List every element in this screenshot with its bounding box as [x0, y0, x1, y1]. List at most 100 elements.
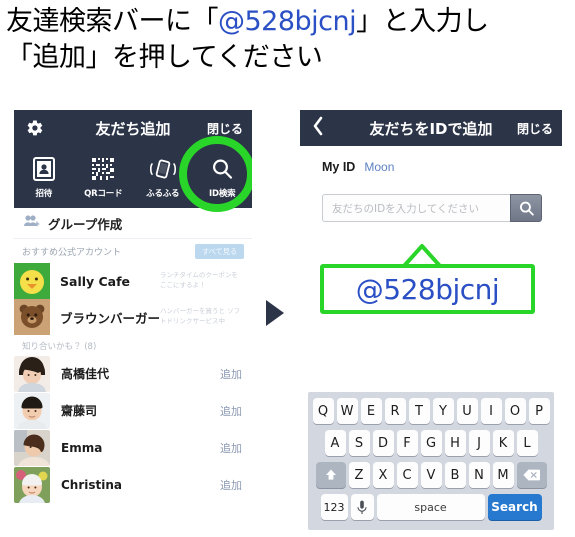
- avatar: [14, 392, 50, 429]
- key-q[interactable]: Q: [312, 398, 334, 424]
- key-j[interactable]: J: [468, 430, 490, 456]
- play-triangle-icon: [266, 300, 284, 326]
- my-id-label: My ID: [322, 160, 356, 174]
- add-friend-button[interactable]: 追加: [220, 366, 242, 382]
- key-p[interactable]: P: [528, 398, 550, 424]
- group-add-icon: [24, 214, 40, 233]
- person-name: 齋藤司: [61, 404, 98, 418]
- shake-phone-icon: [148, 156, 178, 182]
- close-button[interactable]: 閉じる: [517, 120, 553, 137]
- id-callout-balloon: @528bjcnj: [320, 264, 535, 314]
- add-friend-button[interactable]: 追加: [220, 403, 242, 419]
- left-phone-screen: 友だち追加 閉じる 招待 QRコード ふるふる ID検索 グループ作成 おすすめ…: [14, 110, 252, 530]
- key-k[interactable]: K: [492, 430, 514, 456]
- tab-label-qr-code: QRコード: [84, 188, 123, 199]
- list-item[interactable]: Christina 追加: [14, 466, 252, 503]
- key-n[interactable]: N: [468, 462, 490, 488]
- shift-arrow-icon[interactable]: [315, 462, 346, 488]
- key-u[interactable]: U: [456, 398, 478, 424]
- key-e[interactable]: E: [360, 398, 382, 424]
- on-screen-keyboard: Q W E R T Y U I O P A S D F G H J K L Z …: [308, 392, 554, 530]
- microphone-icon[interactable]: [350, 494, 374, 520]
- instruction-suffix: 」と入力し: [356, 6, 489, 37]
- key-f[interactable]: F: [396, 430, 418, 456]
- keyboard-row-1: Q W E R T Y U I O P: [308, 398, 554, 424]
- numbers-key[interactable]: 123: [320, 494, 348, 520]
- tab-label-id-search: ID検索: [209, 188, 236, 199]
- key-m[interactable]: M: [492, 462, 514, 488]
- key-b[interactable]: B: [444, 462, 466, 488]
- avatar: [14, 429, 50, 466]
- avatar: [14, 355, 50, 392]
- suggestions-title: 知り合いかも？: [22, 342, 82, 352]
- key-i[interactable]: I: [480, 398, 502, 424]
- key-z[interactable]: Z: [348, 462, 370, 488]
- search-icon: [210, 156, 234, 182]
- key-c[interactable]: C: [396, 462, 418, 488]
- suggestions-header: 知り合いかも？ (8): [14, 335, 252, 355]
- tab-qr-code[interactable]: QRコード: [74, 156, 134, 199]
- key-r[interactable]: R: [384, 398, 406, 424]
- suggestions-count: (8): [84, 342, 97, 352]
- instruction-highlight-id: @528bjcnj: [218, 6, 357, 37]
- avatar: [14, 299, 50, 335]
- key-h[interactable]: H: [444, 430, 466, 456]
- tab-label-shake: ふるふる: [146, 188, 180, 199]
- my-id-row: My ID Moon: [300, 146, 562, 174]
- contact-card-icon: [32, 156, 55, 182]
- official-account-name: ブラウンバーガー: [60, 310, 161, 326]
- instruction-line-1: 友達検索バーに「@528bjcnj」と入力し: [6, 4, 572, 40]
- key-o[interactable]: O: [504, 398, 526, 424]
- list-item[interactable]: Emma 追加: [14, 429, 252, 466]
- create-group-label: グループ作成: [48, 216, 123, 232]
- key-v[interactable]: V: [420, 462, 442, 488]
- key-a[interactable]: A: [324, 430, 346, 456]
- official-account-desc: ハンバーガーを買うと ソフトドリンクサービス中: [160, 307, 241, 325]
- right-phone-body: My ID Moon 友だちのIDを入力してください @528bjcnj Q W…: [300, 146, 562, 530]
- key-y[interactable]: Y: [432, 398, 454, 424]
- key-l[interactable]: L: [516, 430, 538, 456]
- keyboard-row-3: Z X C V B N M: [308, 462, 554, 488]
- keyboard-row-2: A S D F G H J K L: [308, 430, 554, 456]
- right-phone-screen: 友だちをIDで追加 閉じる My ID Moon 友だちのIDを入力してください: [300, 110, 562, 530]
- official-accounts-header: おすすめ公式アカウント すべて見る: [14, 239, 252, 263]
- backspace-icon[interactable]: [516, 462, 547, 488]
- left-phone-body: グループ作成 おすすめ公式アカウント すべて見る Sally Cafe ランチタ…: [14, 208, 252, 530]
- see-all-button[interactable]: すべて見る: [194, 243, 244, 259]
- tutorial-canvas: 友達検索バーに「@528bjcnj」と入力し 「追加」を押してください 友だち追…: [0, 0, 575, 537]
- space-key[interactable]: space: [376, 494, 485, 520]
- add-friend-button[interactable]: 追加: [220, 477, 242, 493]
- official-account-desc: ランチタイムのクーポンを ここにするよ！: [160, 271, 238, 289]
- instruction-line-2: 「追加」を押してください: [6, 42, 323, 74]
- key-x[interactable]: X: [372, 462, 394, 488]
- key-g[interactable]: G: [420, 430, 442, 456]
- search-key[interactable]: Search: [487, 494, 542, 520]
- list-item[interactable]: 高橋佳代 追加: [14, 355, 252, 392]
- avatar: [14, 263, 50, 299]
- official-account-row[interactable]: Sally Cafe ランチタイムのクーポンを ここにするよ！: [14, 263, 252, 299]
- instruction-prefix: 友達検索バーに「: [6, 6, 219, 37]
- search-button[interactable]: [510, 194, 542, 222]
- key-t[interactable]: T: [408, 398, 430, 424]
- my-id-value[interactable]: Moon: [364, 160, 394, 174]
- key-s[interactable]: S: [348, 430, 370, 456]
- key-d[interactable]: D: [372, 430, 394, 456]
- right-navbar: 友だちをIDで追加 閉じる: [300, 110, 562, 146]
- list-item[interactable]: 齋藤司 追加: [14, 392, 252, 429]
- key-w[interactable]: W: [336, 398, 358, 424]
- create-group-row[interactable]: グループ作成: [14, 208, 252, 239]
- keyboard-row-4: 123 space Search: [308, 494, 554, 520]
- instruction-text: 友達検索バーに「@528bjcnj」と入力し 「追加」を押してください: [6, 4, 572, 76]
- tab-label-invite: 招待: [35, 188, 53, 199]
- tab-shake[interactable]: ふるふる: [133, 156, 193, 199]
- person-name: 高橋佳代: [61, 367, 110, 381]
- tab-id-search[interactable]: ID検索: [193, 156, 253, 199]
- tab-invite[interactable]: 招待: [14, 156, 74, 199]
- official-account-row[interactable]: ブラウンバーガー ハンバーガーを買うと ソフトドリンクサービス中: [14, 299, 252, 335]
- close-button[interactable]: 閉じる: [207, 120, 243, 137]
- person-name: Emma: [61, 440, 103, 455]
- add-friend-button[interactable]: 追加: [220, 440, 242, 456]
- person-name: Christina: [61, 477, 123, 492]
- search-input[interactable]: 友だちのIDを入力してください: [322, 194, 510, 222]
- id-search-bar: 友だちのIDを入力してください: [322, 194, 542, 222]
